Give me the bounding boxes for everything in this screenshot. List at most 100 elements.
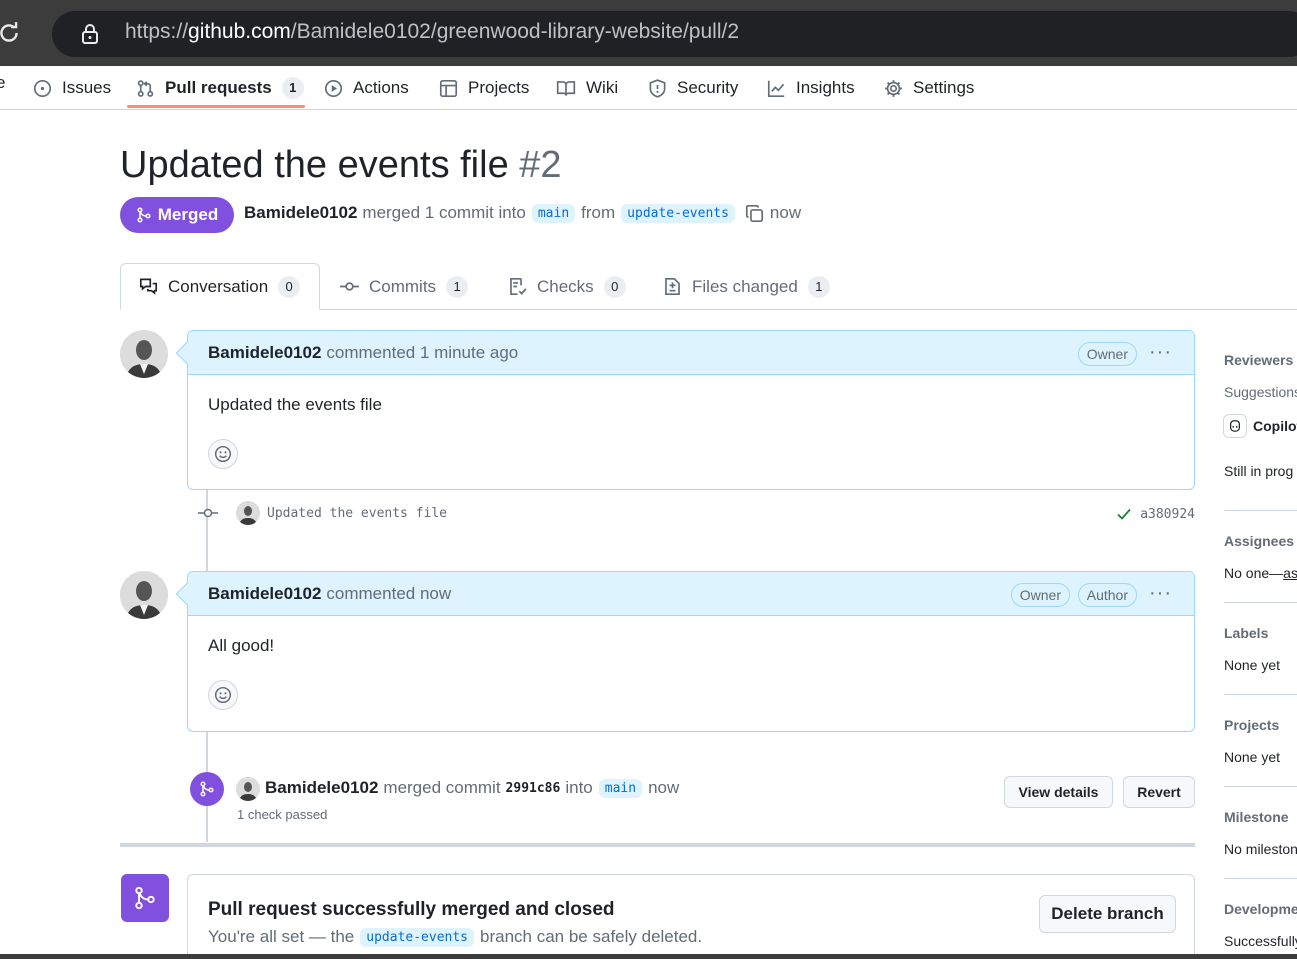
nav-item-security[interactable]: Security bbox=[648, 71, 738, 105]
tab-label: Files changed bbox=[692, 276, 798, 296]
active-nav-underline bbox=[127, 105, 305, 108]
copy-icon[interactable] bbox=[745, 204, 764, 223]
avatar[interactable] bbox=[120, 571, 168, 619]
assignees-heading[interactable]: Assignees bbox=[1224, 533, 1294, 549]
owner-label: Owner bbox=[1077, 342, 1137, 366]
pr-number: #2 bbox=[519, 144, 562, 186]
checks-status[interactable]: 1 check passed bbox=[237, 807, 327, 822]
smiley-icon bbox=[214, 686, 232, 704]
nav-item-insights[interactable]: Insights bbox=[767, 71, 855, 105]
merge-commit-sha[interactable]: 2991c86 bbox=[506, 781, 561, 796]
avatar[interactable] bbox=[236, 777, 260, 801]
deletable-branch[interactable]: update-events bbox=[360, 927, 475, 947]
tab-files-changed[interactable]: Files changed 1 bbox=[663, 263, 830, 310]
pr-time: now bbox=[769, 203, 802, 222]
timeline-divider bbox=[120, 843, 1195, 847]
assign-yourself-link[interactable]: as bbox=[1283, 565, 1297, 581]
comment-body: All good! bbox=[208, 636, 275, 655]
tab-count: 1 bbox=[446, 275, 469, 298]
nav-item-wiki[interactable]: Wiki bbox=[556, 71, 618, 105]
kebab-menu-icon[interactable]: ··· bbox=[1149, 341, 1172, 364]
pr-title-text: Updated the events file bbox=[120, 144, 509, 186]
sidebar-divider bbox=[1224, 694, 1297, 695]
nav-item-code-partial[interactable]: e bbox=[0, 73, 5, 93]
copilot-avatar bbox=[1223, 414, 1247, 438]
table-icon bbox=[439, 79, 458, 97]
pr-author-link[interactable]: Bamidele0102 bbox=[244, 203, 357, 223]
comment-header: Bamidele0102 commented 1 minute ago Owne… bbox=[175, 331, 1194, 375]
comment-author[interactable]: Bamidele0102 bbox=[208, 343, 321, 363]
page-title: Updated the events file #2 bbox=[120, 144, 562, 187]
tab-label: Commits bbox=[369, 276, 437, 296]
window-bottom-edge bbox=[0, 954, 1297, 959]
merge-icon bbox=[135, 886, 155, 910]
tab-label: Checks bbox=[537, 276, 594, 296]
delete-branch-button[interactable]: Delete branch bbox=[1039, 895, 1176, 933]
nav-item-issues[interactable]: Issues bbox=[33, 71, 111, 105]
merge-author-link[interactable]: Bamidele0102 bbox=[265, 778, 378, 798]
merge-event-badge bbox=[190, 772, 224, 806]
url-text[interactable]: https://github.com/Bamidele0102/greenwoo… bbox=[125, 20, 739, 44]
merge-time[interactable]: now bbox=[648, 778, 679, 798]
url-host: github.com bbox=[188, 20, 291, 43]
book-icon bbox=[556, 80, 576, 96]
tab-count: 1 bbox=[807, 275, 830, 298]
add-reaction-button[interactable] bbox=[208, 439, 238, 469]
tab-conversation[interactable]: Conversation 0 bbox=[120, 263, 320, 310]
comment-card: Bamidele0102 commented now Owner Author … bbox=[175, 571, 1195, 732]
reviewers-heading[interactable]: Reviewers bbox=[1224, 352, 1293, 368]
status-badge: Merged bbox=[120, 197, 234, 233]
head-branch[interactable]: update-events bbox=[621, 203, 735, 223]
pull-requests-count: 1 bbox=[281, 77, 304, 99]
labels-value: None yet bbox=[1224, 657, 1281, 673]
merge-status-text: branch can be safely deleted. bbox=[480, 927, 703, 946]
milestone-heading[interactable]: Milestone bbox=[1224, 809, 1289, 825]
commit-sha-link[interactable]: a380924 bbox=[1140, 507, 1195, 522]
revert-button[interactable]: Revert bbox=[1123, 776, 1195, 808]
checklist-icon bbox=[510, 277, 527, 296]
url-scheme: https:// bbox=[125, 20, 189, 43]
repo-navigation: e Issues Pull requests 1 Actions Project… bbox=[0, 66, 1297, 110]
merge-status-subtitle: You're all set — the update-events branc… bbox=[208, 927, 702, 947]
base-branch[interactable]: main bbox=[531, 203, 576, 223]
kebab-menu-icon[interactable]: ··· bbox=[1149, 582, 1172, 605]
assignees-none-text: No one— bbox=[1224, 565, 1284, 581]
comment-card: Bamidele0102 commented 1 minute ago Owne… bbox=[175, 330, 1195, 490]
nav-item-actions[interactable]: Actions bbox=[324, 71, 409, 105]
commit-sha-group: a380924 bbox=[1116, 506, 1195, 522]
merge-base-branch[interactable]: main bbox=[598, 778, 643, 798]
view-details-button[interactable]: View details bbox=[1004, 776, 1113, 808]
add-reaction-button[interactable] bbox=[208, 680, 238, 710]
merge-icon bbox=[200, 781, 214, 797]
nav-item-projects[interactable]: Projects bbox=[439, 71, 529, 105]
nav-item-label: Issues bbox=[62, 78, 112, 97]
tab-checks[interactable]: Checks 0 bbox=[508, 263, 626, 310]
merge-status-box: Pull request successfully merged and clo… bbox=[187, 874, 1195, 959]
milestone-value: No milestone bbox=[1224, 841, 1297, 857]
nav-item-pull-requests[interactable]: Pull requests 1 bbox=[136, 71, 304, 105]
check-icon[interactable] bbox=[1116, 506, 1132, 522]
avatar[interactable] bbox=[120, 330, 168, 378]
url-path: /Bamidele0102/greenwood-library-website/… bbox=[290, 20, 740, 43]
commit-event: Updated the events file a380924 bbox=[198, 500, 1195, 526]
comment-timestamp[interactable]: commented now bbox=[326, 584, 451, 604]
nav-item-label: Actions bbox=[353, 78, 409, 97]
nav-item-label: Wiki bbox=[586, 78, 619, 97]
projects-heading[interactable]: Projects bbox=[1224, 717, 1279, 733]
labels-heading[interactable]: Labels bbox=[1224, 625, 1268, 641]
comment-author[interactable]: Bamidele0102 bbox=[208, 584, 321, 604]
commit-icon bbox=[198, 508, 218, 518]
tab-commits[interactable]: Commits 1 bbox=[340, 263, 469, 310]
nav-item-settings[interactable]: Settings bbox=[884, 71, 974, 105]
merge-event: Bamidele0102 merged commit 2991c86 into … bbox=[190, 772, 1195, 828]
tab-count: 0 bbox=[603, 275, 626, 298]
sidebar-divider bbox=[1224, 878, 1297, 879]
development-heading[interactable]: Development bbox=[1224, 901, 1297, 917]
comment-timestamp[interactable]: commented 1 minute ago bbox=[326, 343, 518, 363]
commit-message-link[interactable]: Updated the events file bbox=[267, 506, 447, 521]
avatar[interactable] bbox=[236, 501, 260, 525]
copilot-reviewer[interactable]: Copilot bbox=[1253, 418, 1297, 434]
lock-icon[interactable] bbox=[78, 22, 102, 46]
reload-icon[interactable] bbox=[0, 20, 22, 46]
comment-discussion-icon bbox=[139, 278, 158, 295]
